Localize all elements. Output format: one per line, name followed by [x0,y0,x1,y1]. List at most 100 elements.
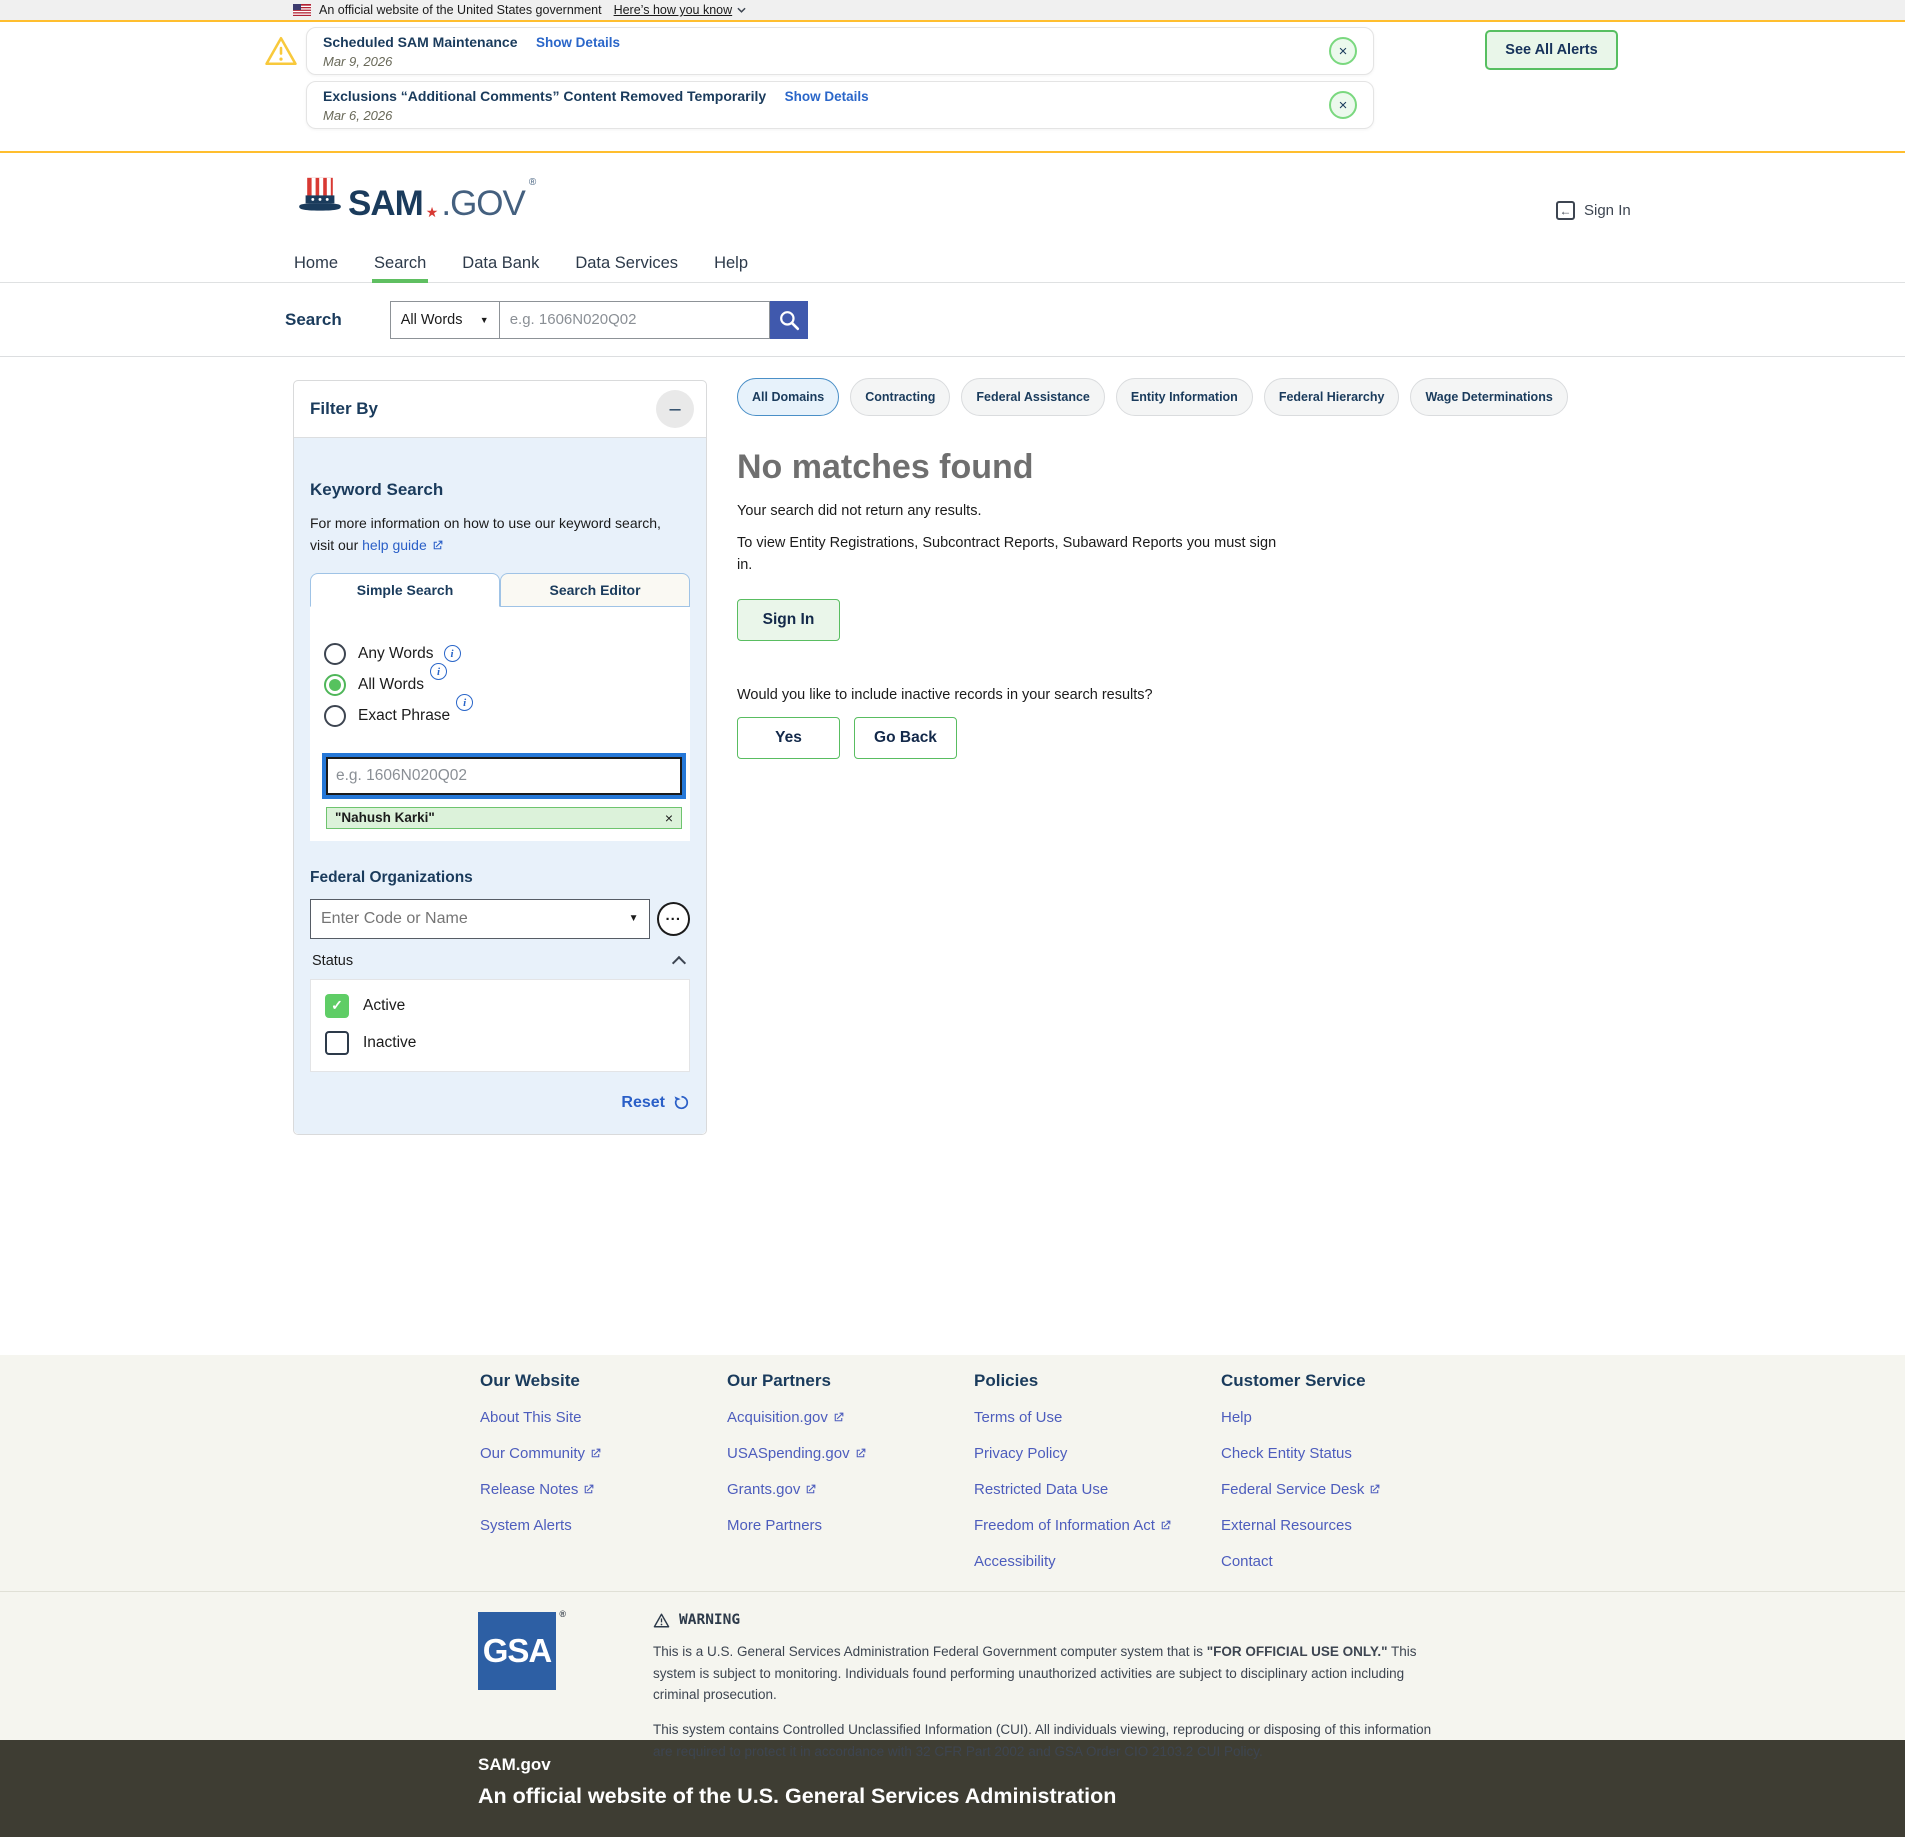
external-link-icon [828,1409,845,1426]
login-icon: ← [1556,201,1575,220]
nav-item-data-bank[interactable]: Data Bank [460,245,541,282]
alert-maintenance: Scheduled SAM Maintenance Show Details M… [306,27,1374,75]
inactive-records-question: Would you like to include inactive recor… [737,687,1577,703]
external-link-icon [1155,1517,1172,1534]
us-flag-icon [293,4,311,16]
results-area: All Domains Contracting Federal Assistan… [737,378,1577,759]
federal-orgs-more-button[interactable]: ... [657,902,690,936]
footer-link-accessibility[interactable]: Accessibility [974,1553,1221,1570]
page-footer: Our Website About This Site Our Communit… [0,1355,1905,1740]
info-icon[interactable]: i [430,663,447,680]
simple-search-panel: Any Words i All Words i Exact Phrase i "… [310,607,690,841]
alert-exclusions: Exclusions “Additional Comments” Content… [306,81,1374,129]
sign-in-button[interactable]: Sign In [737,599,840,641]
pill-wage-determinations[interactable]: Wage Determinations [1410,378,1567,416]
search-mode-select[interactable]: All Words ▼ [390,301,500,339]
caret-down-icon: ▼ [629,913,639,924]
help-guide-link[interactable]: help guide [362,537,444,553]
footer-link-more-partners[interactable]: More Partners [727,1517,974,1534]
pill-federal-assistance[interactable]: Federal Assistance [961,378,1104,416]
info-icon[interactable]: i [456,694,473,711]
collapse-filters-button[interactable]: – [656,390,694,428]
tab-search-editor[interactable]: Search Editor [500,573,690,607]
see-all-alerts-button[interactable]: See All Alerts [1485,30,1618,70]
footer-col-customer-service: Customer Service Help Check Entity Statu… [1221,1371,1468,1589]
footer-link-usaspending-gov[interactable]: USASpending.gov [727,1445,974,1462]
footer-link-release-notes[interactable]: Release Notes [480,1481,727,1498]
external-link-icon [1364,1481,1381,1498]
chevron-up-icon[interactable] [672,956,686,970]
radio-any-words[interactable]: Any Words i [324,643,676,665]
show-details-link[interactable]: Show Details [536,35,620,50]
main-nav: Home Search Data Bank Data Services Help [0,245,1905,283]
header-sign-in-link[interactable]: ← Sign In [1556,201,1631,220]
tab-simple-search[interactable]: Simple Search [310,573,500,607]
search-submit-button[interactable] [770,301,808,339]
global-search-bar: Search All Words ▼ [0,283,1905,357]
pill-all-domains[interactable]: All Domains [737,378,839,416]
reset-filters-button[interactable]: Reset [310,1094,690,1112]
radio-icon [324,643,346,665]
nav-item-data-services[interactable]: Data Services [573,245,680,282]
footer-link-contact[interactable]: Contact [1221,1553,1468,1570]
footer-link-restricted-data-use[interactable]: Restricted Data Use [974,1481,1221,1498]
filter-by-title: Filter By [310,399,378,419]
footer-link-acquisition-gov[interactable]: Acquisition.gov [727,1409,974,1426]
footer-link-terms-of-use[interactable]: Terms of Use [974,1409,1221,1426]
footer-link-grants-gov[interactable]: Grants.gov [727,1481,974,1498]
footer-link-our-community[interactable]: Our Community [480,1445,727,1462]
main-content: Filter By – Keyword Search For more info… [0,357,1905,1355]
external-link-icon [585,1445,602,1462]
checkbox-active[interactable]: ✓ Active [325,994,675,1018]
warning-paragraph-1: This is a U.S. General Services Administ… [653,1641,1448,1706]
alert-title: Scheduled SAM Maintenance [323,34,517,50]
footer-site-subtitle: An official website of the U.S. General … [478,1784,1905,1809]
radio-icon [324,705,346,727]
external-link-icon [427,537,444,553]
yes-button[interactable]: Yes [737,717,840,759]
radio-exact-phrase[interactable]: Exact Phrase i [324,705,676,727]
federal-orgs-placeholder: Enter Code or Name [321,910,468,928]
chip-remove-button[interactable]: × [665,810,673,826]
nav-item-home[interactable]: Home [292,245,340,282]
pill-federal-hierarchy[interactable]: Federal Hierarchy [1264,378,1400,416]
footer-link-help[interactable]: Help [1221,1409,1468,1426]
pill-entity-information[interactable]: Entity Information [1116,378,1253,416]
footer-link-federal-service-desk[interactable]: Federal Service Desk [1221,1481,1468,1498]
info-icon[interactable]: i [444,645,461,662]
keyword-search-heading: Keyword Search [310,480,690,500]
nav-item-search[interactable]: Search [372,245,428,282]
footer-link-system-alerts[interactable]: System Alerts [480,1517,727,1534]
registered-mark: ® [559,1609,565,1619]
keyword-info-text: For more information on how to use our k… [310,512,666,557]
sam-gov-logo[interactable]: SAM★.GOV ® [296,175,536,219]
domain-filter-pills: All Domains Contracting Federal Assistan… [737,378,1577,416]
radio-selected-icon [324,674,346,696]
show-details-link[interactable]: Show Details [785,89,869,104]
keyword-input[interactable] [326,757,682,795]
search-input[interactable] [500,301,770,339]
footer-link-external-resources[interactable]: External Resources [1221,1517,1468,1534]
federal-orgs-combobox[interactable]: Enter Code or Name ▼ [310,899,650,939]
checkbox-checked-icon: ✓ [325,994,349,1018]
footer-link-check-entity-status[interactable]: Check Entity Status [1221,1445,1468,1462]
pill-contracting[interactable]: Contracting [850,378,950,416]
alert-close-button[interactable]: × [1329,37,1357,65]
footer-link-foia[interactable]: Freedom of Information Act [974,1517,1221,1534]
nav-item-help[interactable]: Help [712,245,750,282]
no-matches-title: No matches found [737,448,1577,487]
how-you-know-link[interactable]: Here’s how you know [614,3,747,17]
footer-link-about-this-site[interactable]: About This Site [480,1409,727,1426]
search-mode-value: All Words [401,312,463,328]
alert-close-button[interactable]: × [1329,91,1357,119]
footer-link-privacy-policy[interactable]: Privacy Policy [974,1445,1221,1462]
warning-block: WARNING This is a U.S. General Services … [653,1612,1448,1776]
go-back-button[interactable]: Go Back [854,717,957,759]
checkbox-inactive[interactable]: Inactive [325,1031,675,1055]
radio-all-words[interactable]: All Words i [324,674,676,696]
status-box: ✓ Active Inactive [310,979,690,1072]
footer-col-our-website: Our Website About This Site Our Communit… [480,1371,727,1589]
close-icon: × [1339,98,1348,113]
gov-banner: An official website of the United States… [0,0,1905,22]
banner-text: An official website of the United States… [319,3,602,17]
